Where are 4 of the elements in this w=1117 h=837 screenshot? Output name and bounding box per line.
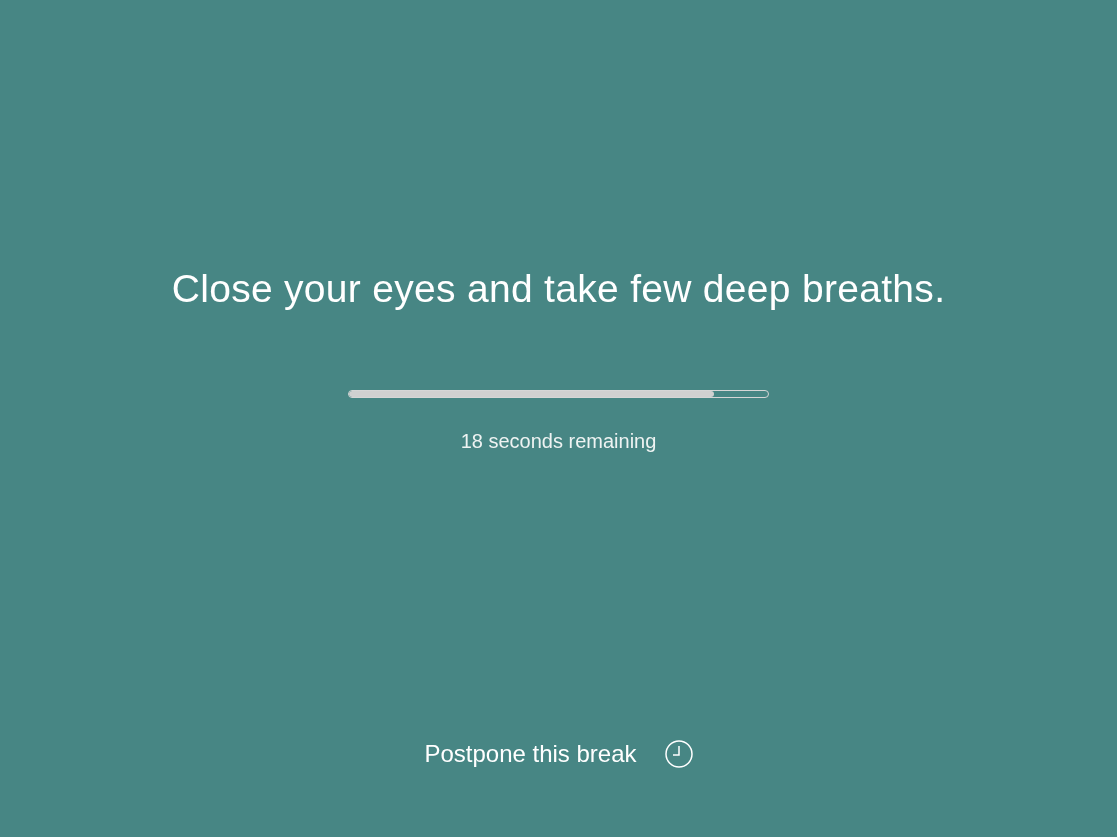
break-message: Close your eyes and take few deep breaths. [171,266,946,312]
time-remaining-text: 18 seconds remaining [460,429,657,453]
clock-icon [664,740,693,768]
postpone-button[interactable]: Postpone this break [424,739,693,769]
